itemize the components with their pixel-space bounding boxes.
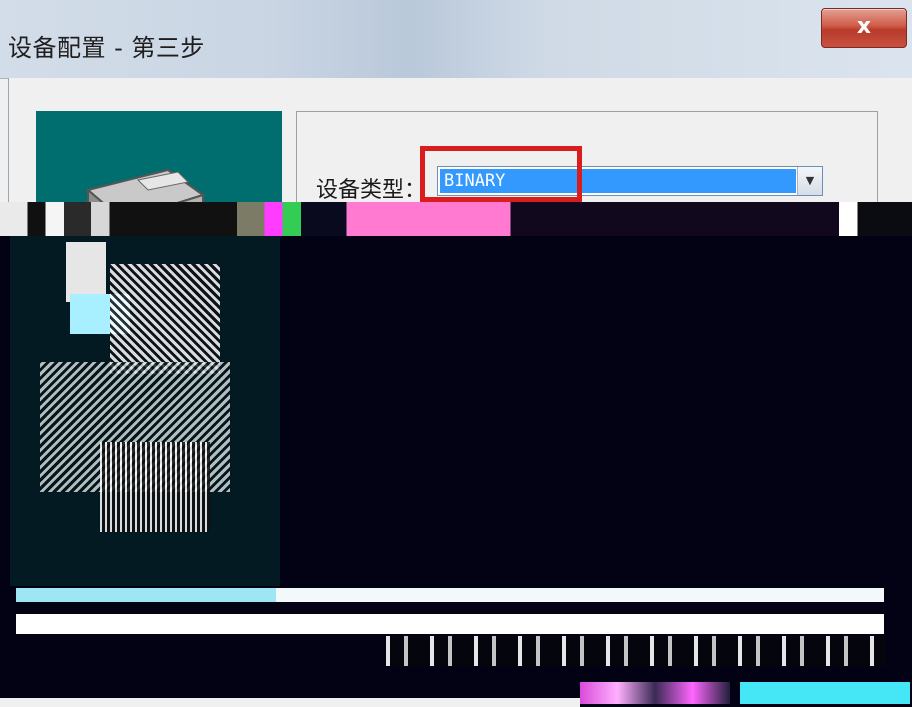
corrupted-bar — [0, 698, 580, 707]
corrupted-render-region — [0, 202, 912, 707]
corrupted-button-row — [386, 636, 886, 666]
corrupted-bar — [16, 588, 276, 602]
corrupted-pixels — [66, 242, 106, 302]
corrupted-pixels — [100, 442, 210, 532]
close-button[interactable]: x — [821, 8, 907, 48]
corrupted-bar — [16, 614, 884, 634]
close-icon: x — [856, 14, 872, 39]
device-config-dialog: 设备配置 - 第三步 x 设备类型： BINARY ▼ — [0, 0, 912, 707]
corrupted-pixels — [110, 264, 220, 374]
red-highlight-box — [420, 146, 582, 202]
device-type-label: 设备类型： — [316, 178, 427, 203]
chevron-down-icon[interactable]: ▼ — [797, 167, 822, 195]
corrupted-bar — [740, 682, 910, 704]
corrupted-strip — [0, 202, 912, 236]
corrupted-bar — [580, 682, 730, 704]
window-title: 设备配置 - 第三步 — [8, 34, 205, 62]
title-bar[interactable]: 设备配置 - 第三步 x — [0, 0, 912, 79]
